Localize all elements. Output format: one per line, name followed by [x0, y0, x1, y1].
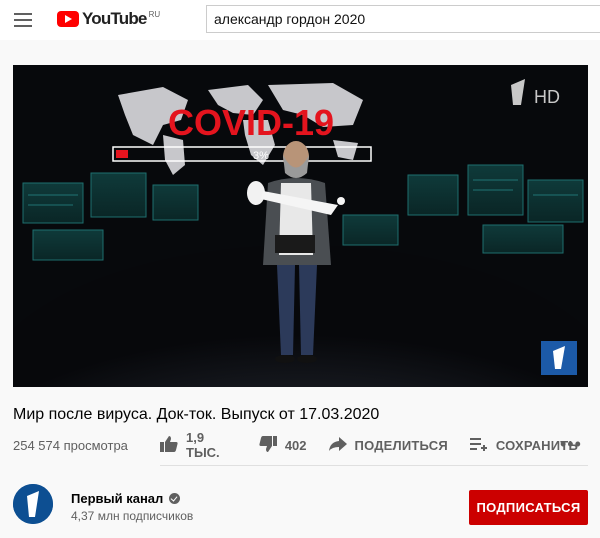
video-player[interactable]: COVID-19 3% HD: [13, 65, 588, 387]
youtube-logo[interactable]: YouTube RU: [57, 9, 160, 31]
top-bar: YouTube RU александр гордон 2020: [0, 0, 600, 40]
view-count: 254 574 просмотра: [13, 438, 128, 453]
dislike-count: 402: [284, 437, 307, 453]
more-dots-icon[interactable]: •••: [560, 435, 582, 453]
channel-logo-bug: [541, 341, 577, 375]
region-code: RU: [148, 10, 161, 19]
thumbs-up-icon: [160, 435, 178, 455]
video-frame: COVID-19 3% HD: [13, 65, 588, 387]
share-label: ПОДЕЛИТЬСЯ: [354, 437, 448, 453]
thumbs-down-icon: [259, 435, 277, 455]
share-arrow-icon: [328, 436, 347, 454]
like-button[interactable]: 1,9 ТЫС.: [160, 430, 237, 460]
covid-percent: 3%: [253, 150, 269, 162]
channel-avatar[interactable]: [13, 484, 53, 524]
verified-check-icon: [169, 493, 181, 504]
hamburger-menu-icon[interactable]: [14, 13, 32, 27]
covid-overlay-text: COVID-19: [168, 102, 334, 143]
subscriber-count: 4,37 млн подписчиков: [71, 509, 194, 523]
youtube-wordmark: YouTube: [82, 9, 147, 28]
video-actions: 1,9 ТЫС. 402 ПОДЕЛИТЬСЯ СОХРАНИТЬ: [160, 430, 600, 460]
search-input[interactable]: александр гордон 2020: [206, 5, 600, 33]
svg-text:HD: HD: [534, 87, 560, 107]
add-to-playlist-icon: [469, 437, 488, 454]
dislike-button[interactable]: 402: [259, 435, 307, 455]
like-count: 1,9 ТЫС.: [186, 430, 220, 460]
sentiment-divider: [160, 465, 588, 466]
youtube-play-icon: [57, 11, 79, 27]
share-button[interactable]: ПОДЕЛИТЬСЯ: [328, 436, 448, 454]
video-title: Мир после вируса. Док-ток. Выпуск от 17.…: [13, 406, 380, 423]
channel-name[interactable]: Первый канал: [71, 491, 181, 506]
subscribe-button[interactable]: ПОДПИСАТЬСЯ: [469, 490, 588, 525]
